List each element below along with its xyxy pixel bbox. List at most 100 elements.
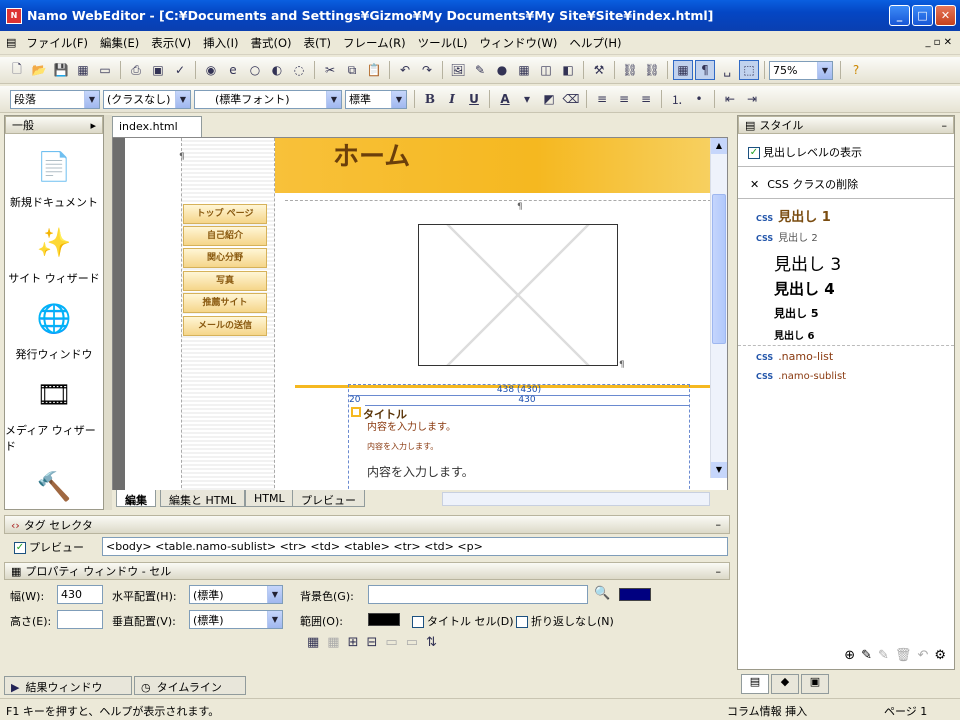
halign-select[interactable]: (標準) ▼: [189, 585, 283, 604]
editor-horizontal-scrollbar[interactable]: [442, 492, 710, 506]
align-center-icon[interactable]: ≡: [614, 89, 634, 109]
font-select[interactable]: (標準フォント) ▼: [194, 89, 342, 109]
spaces-icon[interactable]: ␣: [717, 60, 737, 80]
insert-column-icon[interactable]: ⊟: [367, 635, 378, 650]
merge-cells-icon[interactable]: ▭: [385, 635, 397, 650]
menu-file[interactable]: ファイル(F): [20, 35, 94, 51]
highlight-icon[interactable]: ▾: [517, 89, 537, 109]
minimize-button[interactable]: _: [889, 5, 910, 26]
nav-button-interests[interactable]: 関心分野: [183, 248, 267, 268]
title-cell-checkbox[interactable]: タイトル セル(D): [412, 613, 514, 629]
content-table[interactable]: 438 (430) 20 430 タイトル 内容を入力します。 内容を入力します…: [348, 384, 690, 491]
nowrap-checkbox[interactable]: 折り返しなし(N): [516, 613, 614, 629]
menu-insert[interactable]: 挿入(I): [197, 35, 244, 51]
cut-icon[interactable]: ✂: [320, 60, 340, 80]
style-heading-3[interactable]: 見出し 3: [774, 250, 841, 275]
frame-icon[interactable]: ◧: [558, 60, 578, 80]
nav-button-about[interactable]: 自己紹介: [183, 226, 267, 246]
close-doc-icon[interactable]: ▭: [95, 60, 115, 80]
editor-canvas[interactable]: ホーム ¶ トップ ページ 自己紹介 関心分野 写真 推薦サイト メールの送信 …: [112, 137, 728, 492]
panel-collapse-icon[interactable]: –: [716, 518, 722, 531]
tools-item[interactable]: 🔨: [5, 464, 103, 508]
nav-button-top[interactable]: トップ ページ: [183, 204, 267, 224]
color-picker-icon[interactable]: 🔍: [594, 586, 610, 601]
scroll-down-icon[interactable]: ▼: [711, 462, 727, 478]
paragraph-select[interactable]: 段落 ▼: [10, 89, 100, 109]
align-left-icon[interactable]: ≡: [592, 89, 612, 109]
bgcolor-input[interactable]: [368, 585, 588, 604]
menu-window[interactable]: ウィンドウ(W): [474, 35, 564, 51]
preview-icon[interactable]: ▣: [148, 60, 168, 80]
panel-tab-objects-icon[interactable]: ◆: [771, 674, 799, 694]
style-class-namo-sublist[interactable]: CSS .namo-sublist: [756, 371, 846, 382]
maximize-button[interactable]: □: [912, 5, 933, 26]
panel-tab-library-icon[interactable]: ▣: [801, 674, 829, 694]
menu-frame[interactable]: フレーム(R): [337, 35, 412, 51]
height-input[interactable]: [57, 610, 103, 629]
publish-window-item[interactable]: 🌐 発行ウィンドウ: [5, 296, 103, 362]
style-class-namo-list[interactable]: CSS .namo-list: [756, 350, 833, 363]
border-icon[interactable]: ⬚: [739, 60, 759, 80]
font-color-icon[interactable]: A: [495, 89, 515, 109]
underline-icon[interactable]: U: [464, 89, 484, 109]
align-right-icon[interactable]: ≡: [636, 89, 656, 109]
bg-color-icon[interactable]: ◩: [539, 89, 559, 109]
editor-vertical-scrollbar[interactable]: ▲ ▼: [710, 138, 727, 478]
style-settings-icon[interactable]: ⚙: [934, 648, 946, 663]
menu-table[interactable]: 表(T): [298, 35, 338, 51]
browser-icon[interactable]: ◉: [201, 60, 221, 80]
clear-format-icon[interactable]: ⌫: [561, 89, 581, 109]
new-document-item[interactable]: 📄 新規ドキュメント: [5, 144, 103, 210]
ordered-list-icon[interactable]: ⒈: [667, 89, 687, 109]
opera-icon[interactable]: ○: [245, 60, 265, 80]
layer-icon[interactable]: ◫: [536, 60, 556, 80]
panel-collapse-icon[interactable]: –: [716, 565, 722, 578]
cell-props-icon[interactable]: ▦: [327, 635, 339, 650]
panel-collapse-icon[interactable]: –: [942, 119, 948, 132]
menu-view[interactable]: 表示(V): [145, 35, 197, 51]
tab-html[interactable]: HTML: [245, 490, 294, 507]
tab-timeline[interactable]: ◷ タイムライン: [134, 676, 246, 695]
modify-style-icon[interactable]: ✎: [878, 648, 889, 663]
valign-select[interactable]: (標準) ▼: [189, 610, 283, 629]
new-icon[interactable]: 🗋: [7, 60, 27, 80]
panel-splitter[interactable]: [104, 115, 112, 510]
menu-help[interactable]: ヘルプ(H): [563, 35, 627, 51]
nav-button-mail[interactable]: メールの送信: [183, 316, 267, 336]
other-browser-icon[interactable]: ◌: [289, 60, 309, 80]
bold-icon[interactable]: B: [420, 89, 440, 109]
close-button[interactable]: ✕: [935, 5, 956, 26]
tools-icon[interactable]: ⚒: [589, 60, 609, 80]
preview-checkbox[interactable]: ✓ プレビュー: [14, 539, 84, 555]
save-icon[interactable]: 💾: [51, 60, 71, 80]
delete-style-icon[interactable]: 🗑: [895, 648, 912, 663]
mdi-controls[interactable]: _ ▫ ✕: [925, 37, 952, 48]
table-icon[interactable]: ▦: [514, 60, 534, 80]
image-icon[interactable]: 🖼: [448, 60, 468, 80]
italic-icon[interactable]: I: [442, 89, 462, 109]
style-heading-2[interactable]: CSS 見出し 2: [756, 229, 818, 244]
insert-row-icon[interactable]: ⊞: [348, 635, 359, 650]
redo-icon[interactable]: ↷: [417, 60, 437, 80]
content-line-1[interactable]: 内容を入力します。: [367, 418, 456, 433]
style-heading-1[interactable]: CSS 見出し 1: [756, 206, 831, 225]
tab-edit-html[interactable]: 編集と HTML: [160, 490, 246, 507]
size-select[interactable]: 標準 ▼: [345, 89, 407, 109]
undo-icon[interactable]: ↶: [395, 60, 415, 80]
media-icon[interactable]: ●: [492, 60, 512, 80]
new-style-icon[interactable]: ⊕: [844, 648, 855, 663]
bgcolor-swatch[interactable]: [619, 588, 651, 601]
tab-index-html[interactable]: index.html: [112, 116, 202, 137]
tab-results[interactable]: ▶ 結果ウィンドウ: [4, 676, 132, 695]
width-input[interactable]: 430: [57, 585, 103, 604]
media-wizard-item[interactable]: 🎞 メディア ウィザード: [5, 372, 103, 454]
split-cells-icon[interactable]: ▭: [406, 635, 418, 650]
open-icon[interactable]: 📂: [29, 60, 49, 80]
tab-preview[interactable]: プレビュー: [292, 490, 365, 507]
panel-tab-styles-icon[interactable]: ▤: [741, 674, 769, 694]
outdent-icon[interactable]: ⇤: [720, 89, 740, 109]
copy-icon[interactable]: ⧉: [342, 60, 362, 80]
save-all-icon[interactable]: ▦: [73, 60, 93, 80]
scroll-thumb[interactable]: [712, 194, 726, 344]
content-line-3[interactable]: 内容を入力します。: [367, 463, 474, 480]
